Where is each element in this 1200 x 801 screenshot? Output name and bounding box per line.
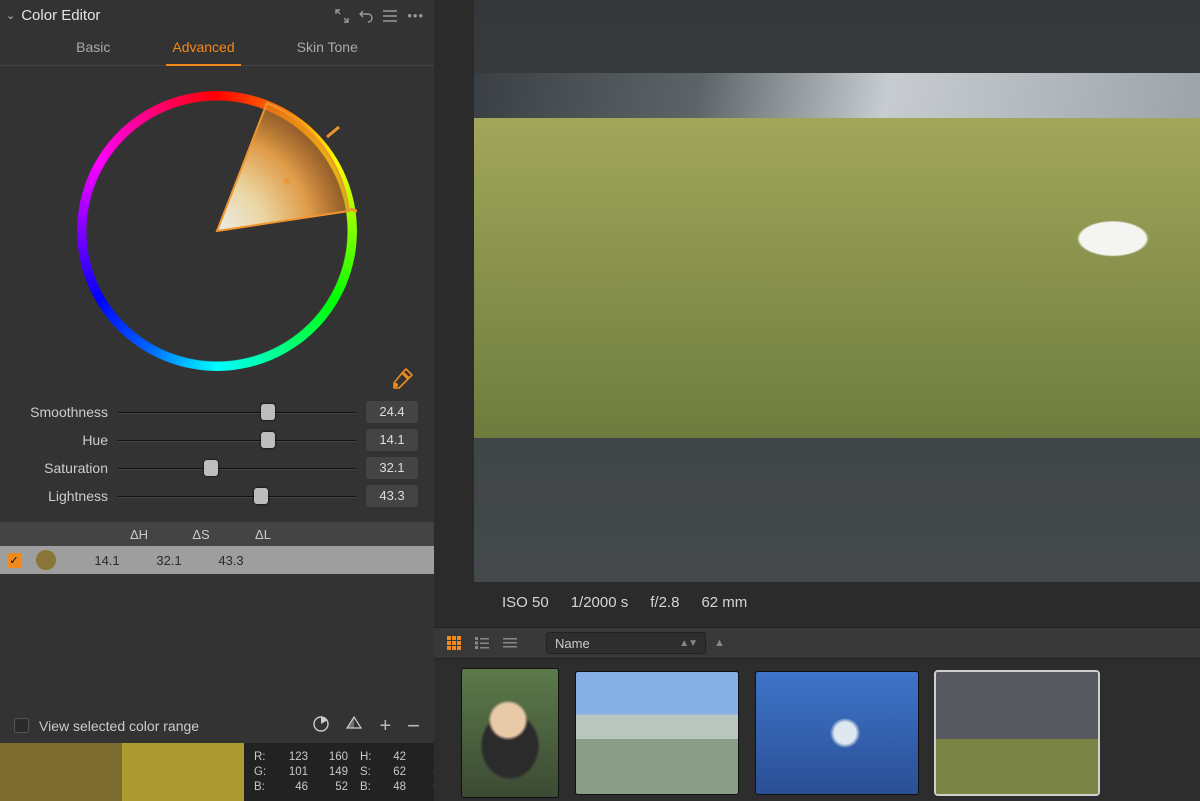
remove-icon[interactable]: −	[407, 721, 420, 731]
panel-tabs: Basic Advanced Skin Tone	[0, 29, 434, 66]
meta-focal: 62 mm	[701, 594, 747, 611]
delta-l: 43.3	[200, 553, 262, 568]
color-editor-panel: ⌄ Color Editor ••• Basic Advanced Skin T…	[0, 0, 434, 801]
meta-aperture: f/2.8	[650, 594, 679, 611]
panel-header: ⌄ Color Editor •••	[0, 0, 434, 29]
viewer-area: ISO 50 1/2000 s f/2.8 62 mm Name ▲▼ ▲	[434, 0, 1200, 801]
lightness-value[interactable]: 43.3	[366, 485, 418, 507]
delta-header: ΔH ΔS ΔL	[0, 522, 434, 546]
slider-saturation: Saturation 32.1	[16, 454, 418, 482]
view-list-icon[interactable]	[472, 635, 492, 651]
swatch-after[interactable]	[122, 743, 244, 801]
preview-image[interactable]	[474, 0, 1200, 582]
color-readout: R:123160 H:4253 G:101149 S:6267 B:4652 B…	[244, 743, 456, 801]
tab-advanced[interactable]: Advanced	[166, 35, 240, 66]
swatch-row: R:123160 H:4253 G:101149 S:6267 B:4652 B…	[0, 743, 434, 801]
swatch-before[interactable]	[0, 743, 122, 801]
hue-track[interactable]	[118, 429, 356, 451]
panel-title: Color Editor	[21, 7, 325, 24]
more-icon[interactable]: •••	[407, 8, 424, 23]
color-wheel[interactable]	[0, 66, 434, 396]
undo-icon[interactable]	[359, 9, 373, 23]
hue-thumb[interactable]	[261, 432, 275, 448]
pie-icon[interactable]	[313, 716, 329, 735]
meta-shutter: 1/2000 s	[571, 594, 629, 611]
invert-icon[interactable]	[345, 716, 363, 735]
delta-swatch[interactable]	[36, 550, 56, 570]
view-compact-icon[interactable]	[500, 635, 520, 651]
lightness-thumb[interactable]	[254, 488, 268, 504]
sliders: Smoothness 24.4 Hue 14.1 Saturation 32.1…	[0, 396, 434, 516]
smoothness-thumb[interactable]	[261, 404, 275, 420]
saturation-track[interactable]	[118, 457, 356, 479]
smoothness-value[interactable]: 24.4	[366, 401, 418, 423]
slider-lightness: Lightness 43.3	[16, 482, 418, 510]
color-picker-icon[interactable]	[392, 367, 414, 392]
smoothness-track[interactable]	[118, 401, 356, 423]
sort-select[interactable]: Name ▲▼	[546, 632, 706, 654]
saturation-thumb[interactable]	[204, 460, 218, 476]
updown-icon: ▲▼	[679, 638, 697, 649]
thumbnail[interactable]	[462, 669, 558, 797]
thumbnail[interactable]	[576, 672, 738, 794]
image-viewer: ISO 50 1/2000 s f/2.8 62 mm	[434, 0, 1200, 627]
menu-icon[interactable]	[383, 10, 397, 22]
view-range-checkbox[interactable]	[14, 718, 29, 733]
delta-h: 14.1	[76, 553, 138, 568]
collapse-icon[interactable]: ⌄	[6, 9, 15, 22]
image-metadata: ISO 50 1/2000 s f/2.8 62 mm	[474, 582, 1200, 627]
options-row: View selected color range + −	[0, 708, 434, 743]
slider-hue: Hue 14.1	[16, 426, 418, 454]
meta-iso: ISO 50	[502, 594, 549, 611]
view-grid-icon[interactable]	[444, 635, 464, 651]
sort-label: Name	[555, 636, 590, 651]
thumbnail[interactable]	[936, 672, 1098, 794]
add-icon[interactable]: +	[379, 719, 391, 733]
color-wheel-selection[interactable]	[77, 91, 357, 371]
delta-s: 32.1	[138, 553, 200, 568]
view-range-label: View selected color range	[39, 718, 297, 734]
tab-skin-tone[interactable]: Skin Tone	[291, 35, 364, 65]
hue-value[interactable]: 14.1	[366, 429, 418, 451]
delta-row[interactable]: ✓ 14.1 32.1 43.3	[0, 546, 434, 574]
browser-toolbar: Name ▲▼ ▲	[434, 627, 1200, 659]
slider-smoothness: Smoothness 24.4	[16, 398, 418, 426]
lightness-track[interactable]	[118, 485, 356, 507]
filmstrip[interactable]	[434, 659, 1200, 801]
delta-checkbox[interactable]: ✓	[7, 553, 22, 568]
expand-icon[interactable]	[335, 9, 349, 23]
saturation-value[interactable]: 32.1	[366, 457, 418, 479]
thumbnail[interactable]	[756, 672, 918, 794]
sort-direction-icon[interactable]: ▲	[714, 637, 725, 649]
tab-basic[interactable]: Basic	[70, 35, 116, 65]
